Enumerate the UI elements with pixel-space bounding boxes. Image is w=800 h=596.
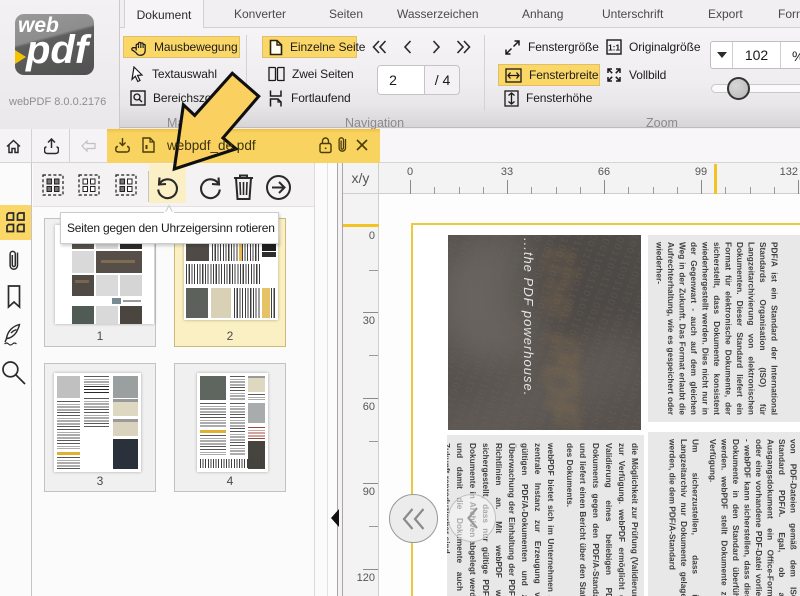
svg-text:1:1: 1:1	[608, 43, 620, 53]
